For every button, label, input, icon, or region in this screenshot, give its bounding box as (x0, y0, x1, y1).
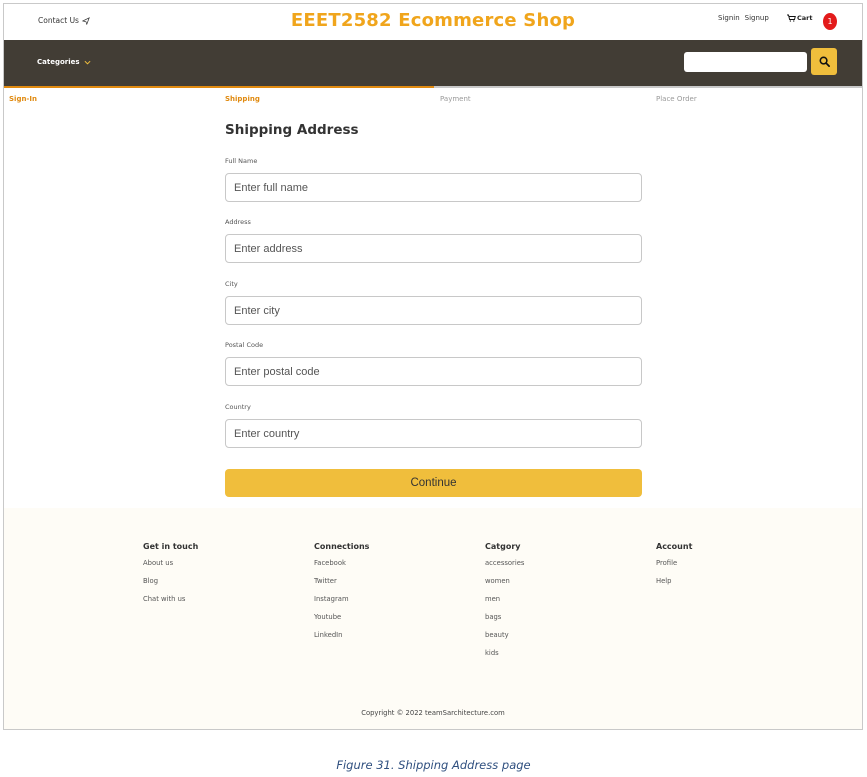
footer-link-beauty[interactable]: beauty (485, 631, 524, 649)
categories-dropdown[interactable]: Categories (37, 58, 91, 66)
footer-link-bags[interactable]: bags (485, 613, 524, 631)
form-title: Shipping Address (225, 122, 359, 138)
search-input[interactable] (684, 52, 807, 72)
postal-code-label: Postal Code (225, 341, 264, 349)
footer-column-category: Catgory accessories women men bags beaut… (485, 542, 524, 667)
footer-link-men[interactable]: men (485, 595, 524, 613)
cart-icon (787, 14, 796, 22)
footer-column-title: Get in touch (143, 542, 199, 551)
postal-code-input[interactable] (225, 357, 642, 386)
address-label: Address (225, 218, 251, 226)
footer-link-chat[interactable]: Chat with us (143, 595, 198, 613)
country-label: Country (225, 403, 251, 411)
footer-link-blog[interactable]: Blog (143, 577, 198, 595)
footer-link-instagram[interactable]: Instagram (314, 595, 369, 613)
step-place-order: Place Order (656, 95, 697, 103)
categories-label: Categories (37, 58, 80, 66)
footer-link-kids[interactable]: kids (485, 649, 524, 667)
cart-label: Cart (797, 14, 813, 22)
step-signin: Sign-In (9, 95, 37, 103)
search-icon (819, 56, 830, 67)
city-input[interactable] (225, 296, 642, 325)
footer-link-women[interactable]: women (485, 577, 524, 595)
steps-progress (4, 86, 434, 88)
search-button[interactable] (811, 48, 837, 75)
chevron-down-icon (84, 60, 91, 65)
copyright: Copyright © 2022 teamSarchitecture.com (361, 709, 505, 717)
address-input[interactable] (225, 234, 642, 263)
cart-link[interactable]: Cart (787, 14, 812, 22)
footer-column-title: Catgory (485, 542, 521, 551)
checkout-steps: Sign-In Shipping Payment Place Order (4, 86, 862, 106)
auth-links: Signin Signup (718, 14, 769, 22)
country-input[interactable] (225, 419, 642, 448)
app-window: Contact Us EEET2582 Ecommerce Shop Signi… (3, 3, 863, 730)
figure-caption: Figure 31. Shipping Address page (336, 758, 531, 772)
footer: Get in touch About us Blog Chat with us … (4, 508, 862, 729)
top-bar: Contact Us EEET2582 Ecommerce Shop Signi… (4, 4, 862, 40)
continue-button[interactable]: Continue (225, 469, 642, 497)
footer-link-profile[interactable]: Profile (656, 559, 692, 577)
nav-bar: Categories (4, 40, 862, 86)
step-shipping: Shipping (225, 95, 260, 103)
full-name-label: Full Name (225, 157, 258, 165)
footer-column-title: Connections (314, 542, 370, 551)
footer-link-linkedin[interactable]: LinkedIn (314, 631, 369, 649)
step-payment: Payment (440, 95, 471, 103)
full-name-input[interactable] (225, 173, 642, 202)
footer-column-get-in-touch: Get in touch About us Blog Chat with us (143, 542, 198, 613)
footer-link-accessories[interactable]: accessories (485, 559, 524, 577)
footer-link-facebook[interactable]: Facebook (314, 559, 369, 577)
footer-column-account: Account Profile Help (656, 542, 692, 595)
signin-link[interactable]: Signin (718, 14, 740, 22)
footer-column-title: Account (656, 542, 693, 551)
footer-link-about-us[interactable]: About us (143, 559, 198, 577)
footer-link-help[interactable]: Help (656, 577, 692, 595)
cart-count-badge: 1 (823, 13, 837, 30)
footer-link-twitter[interactable]: Twitter (314, 577, 369, 595)
city-label: City (225, 280, 238, 288)
footer-link-youtube[interactable]: Youtube (314, 613, 369, 631)
footer-column-connections: Connections Facebook Twitter Instagram Y… (314, 542, 369, 649)
signup-link[interactable]: Signup (745, 14, 769, 22)
